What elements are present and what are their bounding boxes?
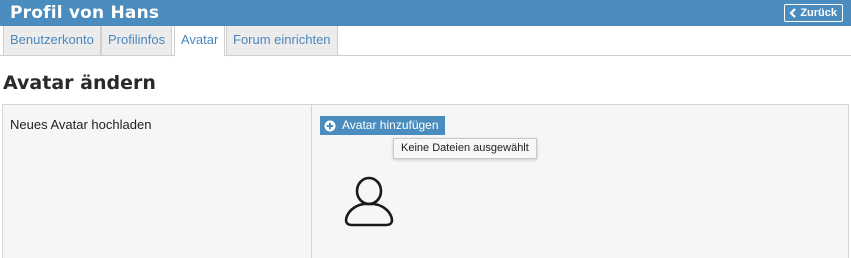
tab-forum-einrichten[interactable]: Forum einrichten bbox=[226, 26, 338, 56]
user-avatar-icon bbox=[344, 176, 394, 227]
add-avatar-button[interactable]: Avatar hinzufügen bbox=[320, 116, 445, 135]
back-button[interactable]: Zurück bbox=[784, 4, 843, 22]
tab-avatar[interactable]: Avatar bbox=[174, 26, 226, 57]
plus-circle-icon bbox=[324, 120, 336, 131]
tab-benutzerkonto[interactable]: Benutzerkonto bbox=[3, 26, 101, 56]
add-avatar-label: Avatar hinzufügen bbox=[342, 118, 439, 132]
section-title: Avatar ändern bbox=[3, 72, 156, 94]
avatar-upload-form: Neues Avatar hochladen Avatar hinzufügen… bbox=[2, 104, 849, 258]
column-divider bbox=[311, 105, 312, 258]
upload-label: Neues Avatar hochladen bbox=[10, 117, 152, 132]
page-title: Profil von Hans bbox=[10, 3, 160, 23]
chevron-left-icon bbox=[789, 8, 797, 18]
file-status-tooltip: Keine Dateien ausgewählt bbox=[393, 138, 537, 159]
profile-tabs: Benutzerkonto Profilinfos Avatar Forum e… bbox=[0, 26, 851, 57]
tab-profilinfos[interactable]: Profilinfos bbox=[101, 26, 173, 56]
profile-header: Profil von Hans Zurück bbox=[0, 0, 851, 26]
back-button-label: Zurück bbox=[800, 7, 837, 19]
